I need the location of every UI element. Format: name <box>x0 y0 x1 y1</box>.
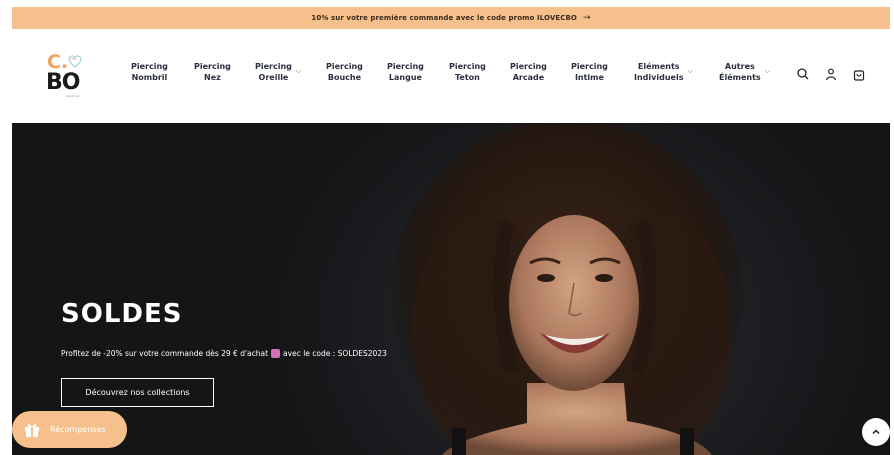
nav-item-label: Piercing Bouche <box>326 62 363 82</box>
shopping-bag-icon <box>271 349 281 358</box>
nav-item-piercing-oreille[interactable]: Piercing Oreille ⌵ <box>255 61 301 83</box>
nav-item-label: Eléments Individuels <box>634 62 684 82</box>
nav-item-piercing-teton[interactable]: Piercing Teton <box>449 61 486 83</box>
account-icon[interactable] <box>824 67 838 81</box>
arrow-right-icon[interactable]: → <box>583 13 591 23</box>
hero-subtitle: Profitez de -20% sur votre commande dès … <box>61 349 387 358</box>
nav-item-piercing-bouche[interactable]: Piercing Bouche <box>326 61 363 83</box>
hero-subtitle-code: avec le code : SOLDES2023 <box>283 349 387 358</box>
logo[interactable]: C. BO piercings <box>44 51 92 99</box>
logo-text-bo: BO <box>46 70 80 95</box>
hero-title: SOLDES <box>61 299 183 329</box>
nav-item-label: Piercing Oreille <box>255 62 292 82</box>
gift-icon <box>25 423 39 437</box>
site-header: C. BO piercings Piercing Nombril Piercin… <box>12 29 890 123</box>
cart-icon[interactable] <box>852 67 866 81</box>
nav-item-autres-elements[interactable]: Autres Éléments ⌵ <box>719 61 770 83</box>
nav-item-label: Autres Éléments <box>719 62 761 82</box>
nav-item-label: Piercing Langue <box>387 62 424 82</box>
page: 10% sur votre première commande avec le … <box>12 7 890 455</box>
nav-item-elements-individuels[interactable]: Eléments Individuels ⌵ <box>634 61 693 83</box>
logo-tagline: piercings <box>66 94 80 98</box>
nav-item-label: Piercing Nez <box>194 62 231 82</box>
nav-item-label: Piercing Intime <box>571 62 608 82</box>
nav-item-label: Piercing Arcade <box>510 62 547 82</box>
logo-heart-icon <box>68 55 82 68</box>
scroll-to-top-button[interactable] <box>862 418 890 446</box>
hero-banner: SOLDES Profitez de -20% sur votre comman… <box>12 123 890 455</box>
nav-item-label: Piercing Teton <box>449 62 486 82</box>
chevron-down-icon: ⌵ <box>764 66 770 75</box>
nav-item-label: Piercing Nombril <box>131 62 168 82</box>
nav-item-piercing-langue[interactable]: Piercing Langue <box>387 61 424 83</box>
nav-item-piercing-arcade[interactable]: Piercing Arcade <box>510 61 547 83</box>
chevron-down-icon: ⌵ <box>687 66 693 75</box>
hero-subtitle-text: Profitez de -20% sur votre commande dès … <box>61 349 269 358</box>
chevron-down-icon: ⌵ <box>295 66 302 75</box>
announcement-bar[interactable]: 10% sur votre première commande avec le … <box>12 7 890 29</box>
discover-collections-button[interactable]: Découvrez nos collections <box>61 378 214 407</box>
nav-item-piercing-nez[interactable]: Piercing Nez <box>194 61 231 83</box>
chevron-up-icon <box>872 429 880 435</box>
nav-item-piercing-nombril[interactable]: Piercing Nombril <box>131 61 168 83</box>
nav-item-piercing-intime[interactable]: Piercing Intime <box>571 61 608 83</box>
rewards-label: Récompenses <box>50 425 106 434</box>
rewards-button[interactable]: Récompenses <box>12 411 127 448</box>
announcement-text[interactable]: 10% sur votre première commande avec le … <box>311 14 577 22</box>
header-icons <box>796 67 866 81</box>
search-icon[interactable] <box>796 67 810 81</box>
